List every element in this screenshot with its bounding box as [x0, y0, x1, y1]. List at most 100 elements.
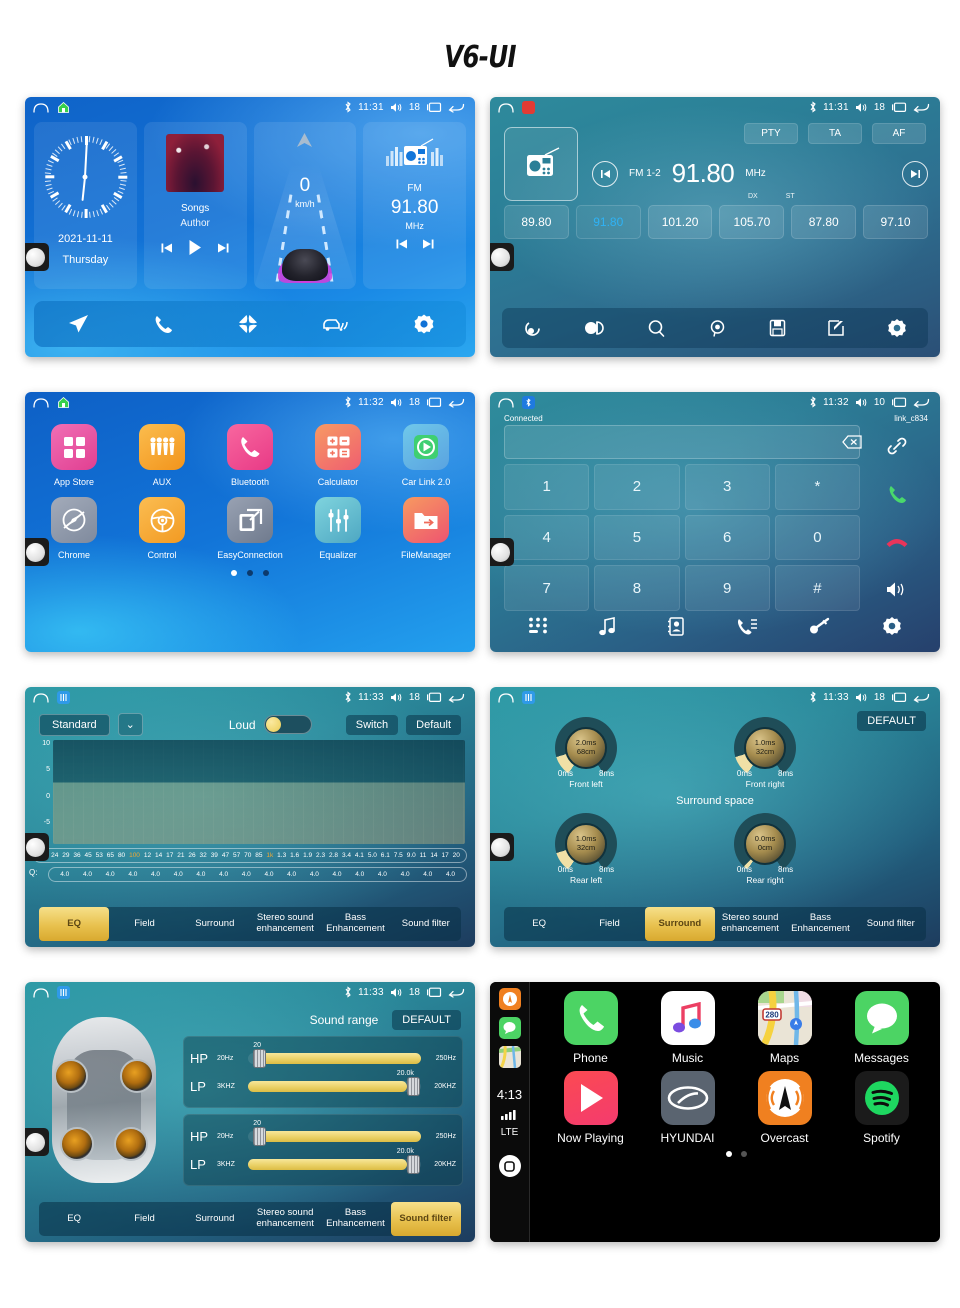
tune-up-button[interactable]	[902, 160, 928, 187]
back-icon[interactable]	[448, 986, 465, 998]
filter-slider[interactable]: 20	[248, 1042, 421, 1068]
back-icon[interactable]	[913, 396, 930, 408]
tab-surround[interactable]: Surround	[180, 1202, 250, 1236]
pty-button[interactable]: PTY	[744, 123, 798, 144]
tab-eq[interactable]: EQ	[39, 1202, 109, 1236]
eq-plot-area[interactable]	[53, 740, 465, 844]
radio-prev-icon[interactable]	[395, 238, 408, 250]
tab-field[interactable]: Field	[109, 1202, 179, 1236]
af-button[interactable]: AF	[872, 123, 926, 144]
search-icon[interactable]	[647, 319, 666, 338]
carplay-app-overcast[interactable]: Overcast	[744, 1071, 826, 1145]
dial-key[interactable]: 0	[774, 514, 860, 561]
bluetooth-app-badge-icon[interactable]	[522, 395, 535, 409]
tab-stereo-sound-enhancement[interactable]: Stereo sound enhancement	[715, 907, 785, 941]
contacts-icon[interactable]	[667, 616, 685, 636]
preset-button[interactable]: 97.10	[863, 205, 928, 239]
dial-key[interactable]: 1	[504, 464, 590, 510]
loud-toggle[interactable]	[263, 715, 312, 734]
app-item-control[interactable]: Control	[127, 497, 197, 560]
app-item-chrome[interactable]: Chrome	[39, 497, 109, 560]
back-icon[interactable]	[448, 691, 465, 703]
knob-front-left[interactable]: 2.0ms 68cm 0ms 8ms Front left	[526, 717, 646, 789]
dial-key[interactable]: *	[774, 464, 860, 510]
tab-eq[interactable]: EQ	[39, 907, 110, 941]
dial-key[interactable]: 2	[594, 464, 680, 510]
st-label[interactable]: ST	[786, 193, 795, 200]
filter-slider[interactable]: 20.0k	[248, 1070, 421, 1096]
home-app-icon[interactable]	[57, 101, 70, 114]
end-call-button[interactable]	[866, 521, 928, 564]
knob-rear-right[interactable]: 0.0ms 0cm 0ms 8ms Rear right	[705, 813, 825, 885]
tab-bass-enhancement[interactable]: Bass Enhancement	[320, 907, 390, 941]
radio-app-badge-icon[interactable]	[522, 100, 535, 114]
carplay-app-messages[interactable]: Messages	[841, 991, 923, 1065]
app-item-bluetooth[interactable]: Bluetooth	[215, 424, 285, 487]
page-dot[interactable]	[263, 570, 269, 576]
volume-icon[interactable]	[390, 692, 403, 703]
bezel-volume-knob-apps[interactable]	[25, 538, 49, 566]
carplay-home-button[interactable]	[498, 1155, 521, 1177]
volume-icon[interactable]	[390, 102, 403, 113]
music-icon[interactable]	[599, 616, 616, 636]
carlink-icon[interactable]	[322, 314, 350, 334]
recent-apps-icon[interactable]	[891, 101, 907, 113]
speaker-front-right[interactable]	[120, 1059, 154, 1093]
tab-field[interactable]: Field	[574, 907, 644, 941]
band-icon[interactable]	[523, 319, 542, 338]
next-track-icon[interactable]	[217, 242, 230, 254]
stereo-toggle-icon[interactable]	[584, 321, 606, 335]
back-icon[interactable]	[913, 691, 930, 703]
carplay-app-hyundai[interactable]: HYUNDAI	[647, 1071, 729, 1145]
carplay-app-phone[interactable]: Phone	[550, 991, 632, 1065]
ta-button[interactable]: TA	[808, 123, 862, 144]
tab-sound-filter[interactable]: Sound filter	[391, 907, 461, 941]
tune-down-button[interactable]	[592, 160, 618, 187]
maps-icon[interactable]	[498, 1046, 521, 1068]
call-log-icon[interactable]	[736, 617, 758, 636]
settings-icon[interactable]	[882, 616, 902, 636]
default-button[interactable]: Default	[406, 714, 461, 735]
knob-front-right[interactable]: 1.0ms 32cm 0ms 8ms Front right	[705, 717, 825, 789]
dial-key[interactable]: 3	[684, 464, 770, 510]
backspace-icon[interactable]	[842, 435, 862, 449]
home-nav-icon[interactable]	[498, 692, 514, 703]
settings-icon[interactable]	[887, 318, 907, 338]
tab-surround[interactable]: Surround	[644, 907, 715, 941]
speaker-rear-left[interactable]	[60, 1127, 94, 1161]
tab-stereo-sound-enhancement[interactable]: Stereo sound enhancement	[250, 1202, 320, 1236]
widget-music[interactable]: Songs Author	[143, 122, 247, 289]
home-nav-icon[interactable]	[33, 987, 49, 998]
carplay-app-maps[interactable]: 280 Maps	[744, 991, 826, 1065]
dx-label[interactable]: DX	[748, 193, 758, 200]
volume-icon[interactable]	[390, 397, 403, 408]
bezel-volume-knob-surround[interactable]	[490, 833, 514, 861]
recent-apps-icon[interactable]	[891, 396, 907, 408]
app-item-filemanager[interactable]: FileManager	[391, 497, 461, 560]
eq-q-bar[interactable]: 4.0 4.0 4.0 4.0 4.0 4.0 4.0 4.0 4.0 4.0 …	[48, 867, 467, 882]
equalizer-app-badge-icon[interactable]	[57, 985, 70, 999]
app-item-calculator[interactable]: Calculator	[303, 424, 373, 487]
volume-icon[interactable]	[390, 987, 403, 998]
dial-key[interactable]: 5	[594, 514, 680, 561]
home-nav-icon[interactable]	[33, 397, 49, 408]
carplay-app-spotify[interactable]: Spotify	[841, 1071, 923, 1145]
equalizer-app-badge-icon[interactable]	[522, 690, 535, 704]
save-icon[interactable]	[769, 319, 786, 337]
dial-key[interactable]: 4	[504, 514, 590, 561]
dial-key[interactable]: 9	[684, 565, 770, 611]
bezel-volume-knob-dialer[interactable]	[490, 538, 514, 566]
tab-sound-filter[interactable]: Sound filter	[390, 1202, 461, 1236]
preset-button[interactable]: 105.70	[719, 205, 785, 239]
bezel-volume-knob[interactable]	[25, 243, 49, 271]
speaker-button[interactable]	[866, 568, 928, 611]
home-app-icon[interactable]	[57, 396, 70, 409]
back-icon[interactable]	[913, 101, 930, 113]
home-nav-icon[interactable]	[33, 692, 49, 703]
back-icon[interactable]	[448, 396, 465, 408]
filter-slider[interactable]: 20.0k	[248, 1148, 421, 1174]
knob-rear-left[interactable]: 1.0ms 32cm 0ms 8ms Rear left	[526, 813, 646, 885]
app-item-aux[interactable]: AUX	[127, 424, 197, 487]
bezel-volume-knob-eq[interactable]	[25, 833, 49, 861]
dial-key[interactable]: 6	[684, 514, 770, 561]
